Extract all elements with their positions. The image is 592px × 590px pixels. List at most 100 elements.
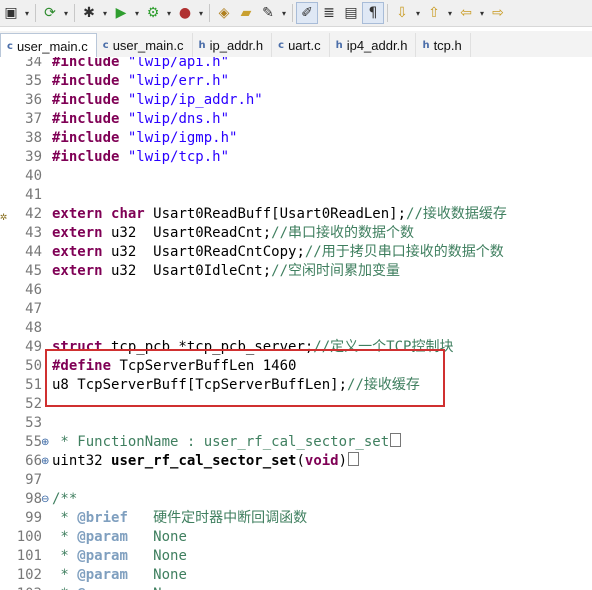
mark-icon[interactable]: ≣ bbox=[318, 2, 340, 24]
code-line[interactable]: 47 bbox=[0, 300, 592, 319]
tab-tcp-h[interactable]: h tcp.h bbox=[416, 33, 471, 57]
code-text: uint32 user_rf_cal_sector_set(void) bbox=[52, 452, 360, 471]
open-type-icon[interactable]: ◈ bbox=[213, 2, 235, 24]
code-line[interactable]: 49 struct tcp_pcb *tcp_pcb_server;//定义一个T… bbox=[0, 338, 592, 357]
refresh-icon[interactable]: ⟳ bbox=[39, 2, 61, 24]
code-line[interactable]: 48 bbox=[0, 319, 592, 338]
dropdown-icon[interactable]: ▾ bbox=[196, 2, 206, 24]
line-number: 49 bbox=[25, 339, 42, 355]
code-line[interactable]: 99 * @brief 硬件定时器中断回调函数 bbox=[0, 509, 592, 528]
line-number: 101 bbox=[16, 548, 42, 564]
code-line[interactable]: 50 #define TcpServerBuffLen 1460 bbox=[0, 357, 592, 376]
line-number: 46 bbox=[25, 282, 42, 298]
run-config-icon[interactable]: ● bbox=[174, 2, 196, 24]
code-text: * @param None bbox=[52, 548, 187, 564]
dropdown-icon[interactable]: ▾ bbox=[413, 2, 423, 24]
code-line[interactable]: 53 bbox=[0, 414, 592, 433]
code-line[interactable]: 38 #include "lwip/igmp.h" bbox=[0, 129, 592, 148]
code-text: * @param None bbox=[52, 567, 187, 583]
code-line[interactable]: 44 extern u32 Usart0ReadCntCopy;//用于拷贝串口接… bbox=[0, 243, 592, 262]
code-line[interactable]: 101 * @param None bbox=[0, 547, 592, 566]
line-number: 53 bbox=[25, 415, 42, 431]
line-number: 38 bbox=[25, 130, 42, 146]
code-line[interactable]: 34 #include "lwip/api.h" bbox=[0, 57, 592, 72]
code-line[interactable]: 103 * @param None bbox=[0, 585, 592, 590]
back-icon[interactable]: ⇦ bbox=[455, 2, 477, 24]
code-text: u8 TcpServerBuff[TcpServerBuffLen];//接收缓… bbox=[52, 377, 420, 393]
tab-user-main-c-2[interactable]: c user_main.c bbox=[97, 33, 193, 57]
tab-ip-addr-h[interactable]: h ip_addr.h bbox=[193, 33, 273, 57]
dropdown-icon[interactable]: ▾ bbox=[164, 2, 174, 24]
code-text: #include "lwip/dns.h" bbox=[52, 111, 230, 127]
code-line[interactable]: 46 bbox=[0, 281, 592, 300]
folded-code-marker[interactable] bbox=[390, 433, 402, 447]
tab-uart-c[interactable]: c uart.c bbox=[272, 33, 330, 57]
line-number: 66 bbox=[25, 453, 42, 469]
code-line[interactable]: 45 extern u32 Usart0IdleCnt;//空闲时间累加变量 bbox=[0, 262, 592, 281]
tab-ip4-addr-h[interactable]: h ip4_addr.h bbox=[330, 33, 417, 57]
code-text: extern char Usart0ReadBuff[Usart0ReadLen… bbox=[52, 206, 507, 222]
code-line[interactable]: 100 * @param None bbox=[0, 528, 592, 547]
line-number: 36 bbox=[25, 92, 42, 108]
code-line[interactable]: 41 bbox=[0, 186, 592, 205]
code-line[interactable]: 52 bbox=[0, 395, 592, 414]
line-number: 99 bbox=[25, 510, 42, 526]
dropdown-icon[interactable]: ▾ bbox=[477, 2, 487, 24]
c-file-icon: c bbox=[278, 39, 285, 51]
code-text: #include "lwip/igmp.h" bbox=[52, 130, 238, 146]
dropdown-icon[interactable]: ▾ bbox=[445, 2, 455, 24]
code-line[interactable]: 98 ⊖/** bbox=[0, 490, 592, 509]
prev-annotation-icon[interactable]: ⇧ bbox=[423, 2, 445, 24]
pilcrow-icon[interactable]: ¶ bbox=[362, 2, 384, 24]
brush-icon[interactable]: ✎ bbox=[257, 2, 279, 24]
line-number: 44 bbox=[25, 244, 42, 260]
run-icon[interactable]: ▶ bbox=[110, 2, 132, 24]
dropdown-icon[interactable]: ▾ bbox=[100, 2, 110, 24]
code-line[interactable]: 97 bbox=[0, 471, 592, 490]
code-text: extern u32 Usart0ReadCnt;//串口接收的数据个数 bbox=[52, 225, 415, 241]
dropdown-icon[interactable]: ▾ bbox=[132, 2, 142, 24]
code-text: #include "lwip/ip_addr.h" bbox=[52, 92, 263, 108]
line-number: 50 bbox=[25, 358, 42, 374]
line-number: 41 bbox=[25, 187, 42, 203]
external-tools-icon[interactable]: ⚙ bbox=[142, 2, 164, 24]
line-number: 43 bbox=[25, 225, 42, 241]
tab-label: user_main.c bbox=[16, 38, 88, 54]
open-folder-icon[interactable]: ▰ bbox=[235, 2, 257, 24]
h-file-icon: h bbox=[422, 39, 430, 51]
code-line[interactable]: 35 #include "lwip/err.h" bbox=[0, 72, 592, 91]
pen-icon[interactable]: ✐ bbox=[296, 2, 318, 24]
tab-label: ip_addr.h bbox=[209, 37, 264, 53]
dropdown-icon[interactable]: ▾ bbox=[61, 2, 71, 24]
tab-user-main-c[interactable]: c user_main.c bbox=[0, 33, 97, 58]
code-line[interactable]: 37 #include "lwip/dns.h" bbox=[0, 110, 592, 129]
code-text: * @brief 硬件定时器中断回调函数 bbox=[52, 510, 308, 526]
folded-code-marker[interactable] bbox=[348, 452, 360, 466]
toggle-icon[interactable]: ▤ bbox=[340, 2, 362, 24]
code-line[interactable]: 51 u8 TcpServerBuff[TcpServerBuffLen];//接… bbox=[0, 376, 592, 395]
code-line[interactable]: 102 * @param None bbox=[0, 566, 592, 585]
code-line[interactable]: 39 #include "lwip/tcp.h" bbox=[0, 148, 592, 167]
next-annotation-icon[interactable]: ⇩ bbox=[391, 2, 413, 24]
code-line[interactable]: 55 ⊕ * FunctionName : user_rf_cal_sector_… bbox=[0, 433, 592, 452]
line-number: 52 bbox=[25, 396, 42, 412]
dropdown-icon[interactable]: ▾ bbox=[279, 2, 289, 24]
code-line[interactable]: 42 ✲ extern char Usart0ReadBuff[Usart0Read… bbox=[0, 205, 592, 224]
code-line[interactable]: 36 #include "lwip/ip_addr.h" bbox=[0, 91, 592, 110]
code-text: #include "lwip/tcp.h" bbox=[52, 149, 230, 165]
dropdown-icon[interactable]: ▾ bbox=[22, 2, 32, 24]
code-line[interactable]: 43 extern u32 Usart0ReadCnt;//串口接收的数据个数 bbox=[0, 224, 592, 243]
fold-expand-icon[interactable]: ⊕ bbox=[41, 433, 49, 452]
tab-label: ip4_addr.h bbox=[346, 37, 408, 53]
tab-label: user_main.c bbox=[112, 37, 184, 53]
code-text: * FunctionName : user_rf_cal_sector_set bbox=[52, 433, 402, 452]
code-editor[interactable]: 34 #include "lwip/api.h" 35 #include "lwip/… bbox=[0, 57, 592, 590]
forward-icon[interactable]: ⇨ bbox=[487, 2, 509, 24]
code-line[interactable]: 40 bbox=[0, 167, 592, 186]
c-file-icon: c bbox=[102, 39, 109, 51]
new-icon[interactable]: ▣ bbox=[0, 2, 22, 24]
fold-collapse-icon[interactable]: ⊖ bbox=[41, 490, 49, 509]
fold-expand-icon[interactable]: ⊕ bbox=[41, 452, 49, 471]
code-line[interactable]: 66 ⊕ uint32 user_rf_cal_sector_set(void) bbox=[0, 452, 592, 471]
debug-icon[interactable]: ✱ bbox=[78, 2, 100, 24]
